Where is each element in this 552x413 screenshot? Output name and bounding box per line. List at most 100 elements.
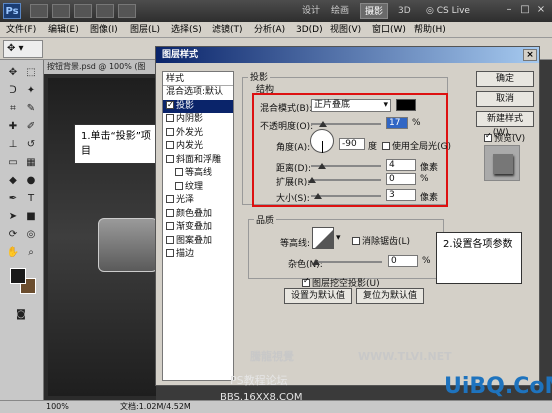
- spread-slider[interactable]: [311, 179, 381, 181]
- new-style-button[interactable]: 新建样式(W)...: [476, 111, 534, 138]
- checkbox-inner-glow[interactable]: [166, 141, 174, 149]
- menu-edit[interactable]: 编辑(E): [48, 23, 79, 37]
- style-item-bevel-emboss[interactable]: 斜面和浮雕: [163, 154, 233, 168]
- noise-slider[interactable]: [316, 261, 382, 263]
- menu-file[interactable]: 文件(F): [6, 23, 36, 37]
- type-tool-icon[interactable]: T: [24, 192, 38, 206]
- style-item-gradient-overlay[interactable]: 渐变叠加: [163, 221, 233, 235]
- path-select-icon[interactable]: ➤: [6, 210, 20, 224]
- 3d-rotate-icon[interactable]: ⟳: [6, 228, 20, 242]
- checkbox-inner-shadow[interactable]: [166, 114, 174, 122]
- style-list-header[interactable]: 样式: [163, 72, 233, 86]
- size-input[interactable]: 3: [386, 189, 416, 201]
- menu-3d[interactable]: 3D(D): [296, 23, 323, 37]
- angle-input[interactable]: -90: [339, 138, 365, 150]
- arrange-documents-icon[interactable]: [118, 4, 136, 18]
- size-slider-thumb[interactable]: [314, 193, 322, 199]
- hand-tool-icon[interactable]: [96, 4, 114, 18]
- reset-default-button[interactable]: 复位为默认值: [356, 288, 424, 304]
- angle-dial[interactable]: [310, 129, 334, 153]
- style-item-color-overlay[interactable]: 颜色叠加: [163, 208, 233, 222]
- checkbox-stroke[interactable]: [166, 249, 174, 257]
- checkbox-gradient-overlay[interactable]: [166, 222, 174, 230]
- menu-view[interactable]: 视图(V): [330, 23, 361, 37]
- menu-window[interactable]: 窗口(W): [372, 23, 406, 37]
- preview-checkbox[interactable]: [484, 131, 492, 142]
- zoom-level-icon[interactable]: [74, 4, 92, 18]
- workspace-design[interactable]: 设计: [298, 3, 324, 19]
- mini-bridge-icon[interactable]: [52, 4, 70, 18]
- brush-tool-icon[interactable]: ✐: [24, 120, 38, 134]
- menu-analysis[interactable]: 分析(A): [254, 23, 285, 37]
- shape-tool-icon[interactable]: ■: [24, 210, 38, 224]
- 3d-camera-icon[interactable]: ◎: [24, 228, 38, 242]
- healing-brush-icon[interactable]: ✚: [6, 120, 20, 134]
- workspace-painting[interactable]: 绘画: [327, 3, 353, 19]
- workspace-photography[interactable]: 摄影: [360, 3, 389, 19]
- menu-layer[interactable]: 图层(L): [130, 23, 160, 37]
- style-item-pattern-overlay[interactable]: 图案叠加: [163, 235, 233, 249]
- style-item-inner-glow[interactable]: 内发光: [163, 140, 233, 154]
- style-item-contour[interactable]: 等高线: [163, 167, 233, 181]
- style-item-drop-shadow[interactable]: 投影: [163, 98, 233, 113]
- cs-live-button[interactable]: ◎ CS Live: [426, 3, 470, 19]
- close-icon[interactable]: ×: [523, 49, 537, 61]
- chevron-down-icon[interactable]: ▾: [336, 233, 341, 243]
- move-tool-icon[interactable]: ✥: [6, 66, 20, 80]
- distance-input[interactable]: 4: [386, 159, 416, 171]
- style-item-inner-shadow[interactable]: 内阴影: [163, 113, 233, 127]
- clone-stamp-icon[interactable]: ⊥: [6, 138, 20, 152]
- checkbox-texture[interactable]: [175, 181, 183, 190]
- hand-tool-icon[interactable]: ✋: [6, 246, 20, 260]
- minimize-icon[interactable]: –: [502, 3, 516, 17]
- make-default-button[interactable]: 设置为默认值: [284, 288, 352, 304]
- history-brush-icon[interactable]: ↺: [24, 138, 38, 152]
- dodge-tool-icon[interactable]: ●: [24, 174, 38, 188]
- close-icon[interactable]: ×: [534, 3, 548, 17]
- antialias-option[interactable]: 消除锯齿(L): [352, 234, 410, 247]
- opacity-slider-thumb[interactable]: [318, 121, 327, 127]
- workspace-3d[interactable]: 3D: [394, 3, 415, 19]
- menu-help[interactable]: 帮助(H): [414, 23, 446, 37]
- checkbox-color-overlay[interactable]: [166, 208, 174, 217]
- contour-picker[interactable]: [312, 227, 334, 249]
- crop-tool-icon[interactable]: ⌗: [6, 102, 20, 116]
- blend-mode-select[interactable]: 正片叠底 ▾: [311, 99, 391, 112]
- pen-tool-icon[interactable]: ✒: [6, 192, 20, 206]
- menu-select[interactable]: 选择(S): [171, 23, 202, 37]
- maximize-icon[interactable]: □: [518, 3, 532, 17]
- checkbox-satin[interactable]: [166, 195, 174, 203]
- tool-preset-picker[interactable]: ✥ ▾: [3, 40, 43, 58]
- shadow-color-swatch[interactable]: [396, 99, 416, 111]
- lasso-tool-icon[interactable]: ᑐ: [6, 84, 20, 98]
- eyedropper-icon[interactable]: ✎: [24, 102, 38, 116]
- global-light-checkbox[interactable]: [382, 142, 390, 150]
- document-tab[interactable]: 按钮背景.psd @ 100% (图: [44, 60, 156, 74]
- global-light-option[interactable]: 使用全局光(G): [382, 139, 451, 152]
- checkbox-outer-glow[interactable]: [166, 127, 174, 136]
- quick-mask-icon[interactable]: ◙: [12, 308, 30, 322]
- magic-wand-icon[interactable]: ✦: [24, 84, 38, 98]
- eraser-tool-icon[interactable]: ▭: [6, 156, 20, 170]
- style-item-satin[interactable]: 光泽: [163, 194, 233, 208]
- bridge-icon[interactable]: [30, 4, 48, 18]
- noise-slider-thumb[interactable]: [312, 259, 320, 265]
- style-item-stroke[interactable]: 描边: [163, 248, 233, 262]
- checkbox-drop-shadow[interactable]: [166, 98, 174, 111]
- opacity-input[interactable]: 17: [386, 117, 408, 129]
- preview-option[interactable]: 预览(V): [484, 131, 525, 144]
- menu-filter[interactable]: 滤镜(T): [212, 23, 243, 37]
- style-item-texture[interactable]: 纹理: [163, 181, 233, 195]
- marquee-tool-icon[interactable]: ⬚: [24, 66, 38, 80]
- cancel-button[interactable]: 取消: [476, 91, 534, 107]
- foreground-color-swatch[interactable]: [10, 268, 26, 284]
- checkbox-contour[interactable]: [175, 168, 183, 176]
- checkbox-pattern-overlay[interactable]: [166, 235, 174, 244]
- knockout-checkbox[interactable]: [302, 276, 310, 287]
- checkbox-bevel-emboss[interactable]: [166, 154, 174, 163]
- spread-slider-thumb[interactable]: [308, 177, 316, 183]
- gradient-tool-icon[interactable]: ▦: [24, 156, 38, 170]
- menu-image[interactable]: 图像(I): [90, 23, 118, 37]
- zoom-level[interactable]: 100%: [46, 401, 69, 413]
- distance-slider-thumb[interactable]: [318, 163, 326, 169]
